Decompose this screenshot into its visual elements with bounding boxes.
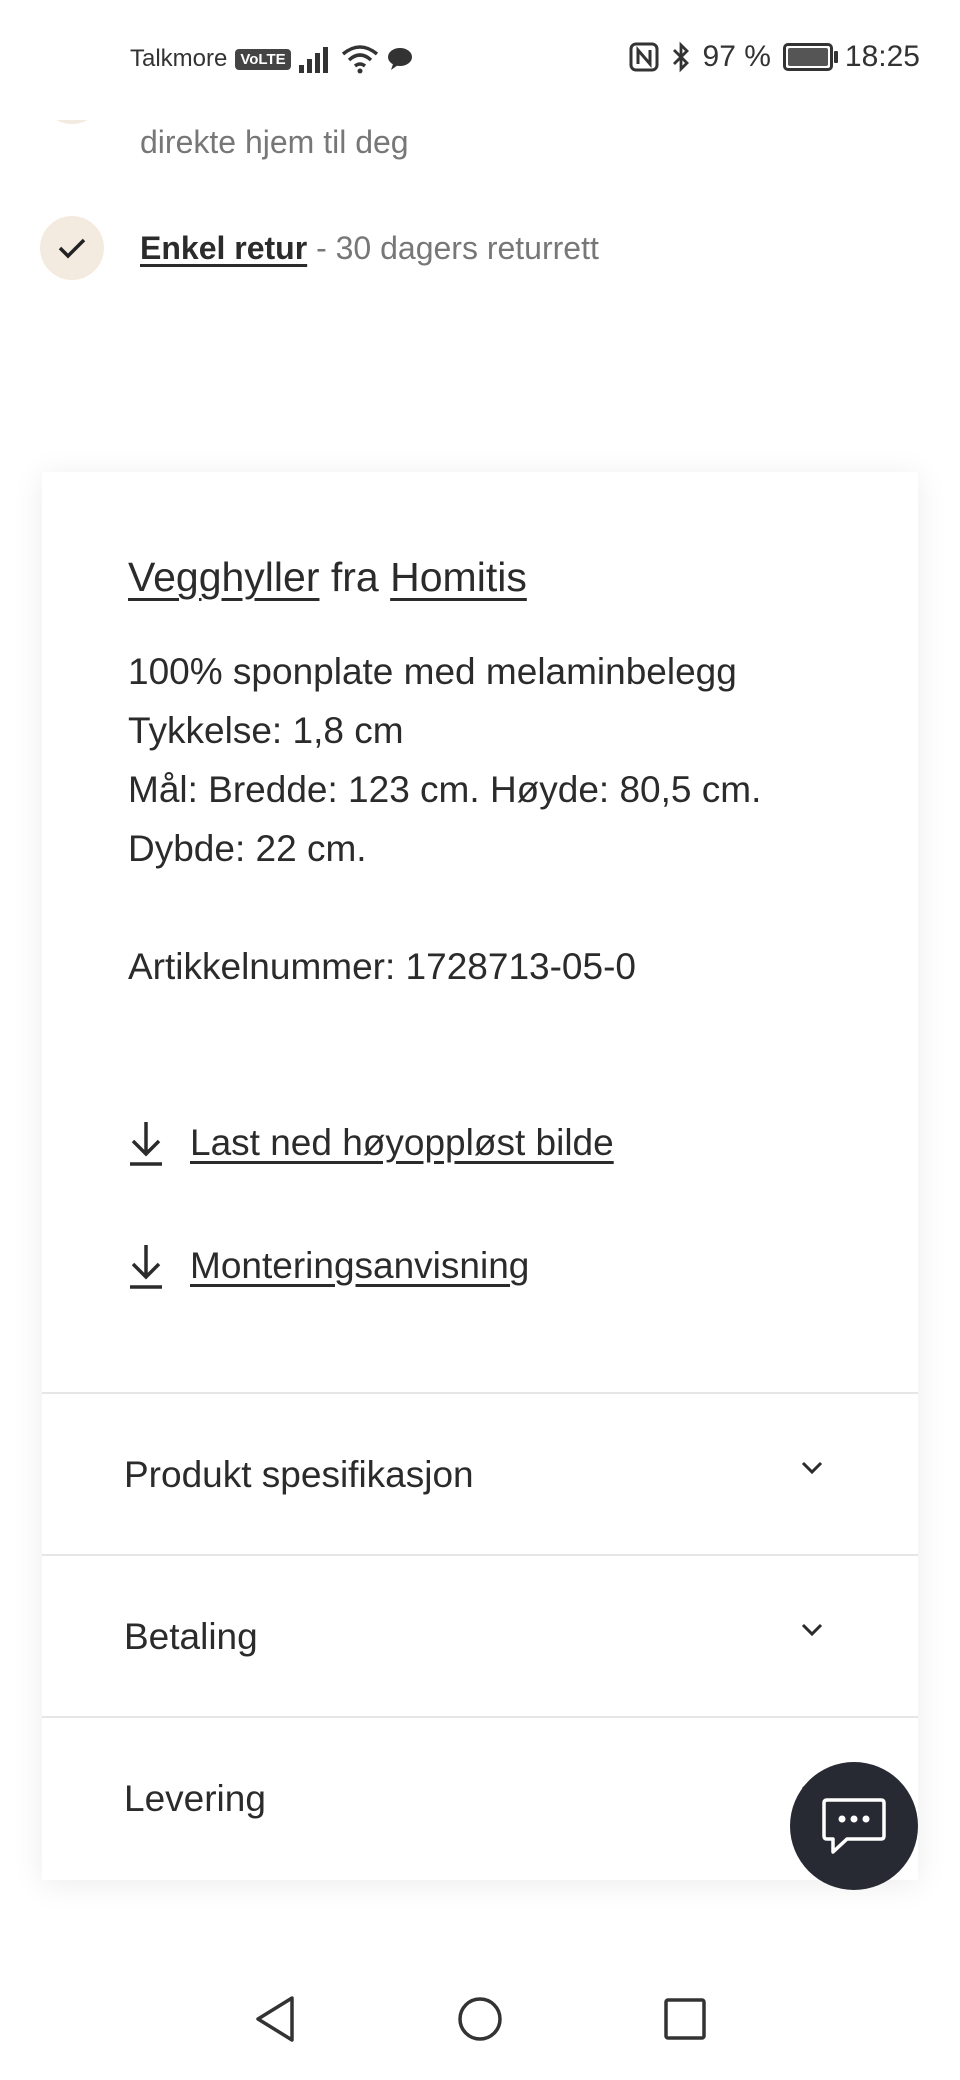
chat-icon (822, 1798, 886, 1854)
status-right: 97 % 18:25 (629, 40, 920, 74)
accordion-payment[interactable]: Betaling (42, 1554, 918, 1718)
accordion-label: Produkt spesifikasjon (124, 1454, 474, 1495)
return-text: - 30 dagers returrett (307, 229, 599, 266)
product-title: Vegghyller fra Homitis (128, 554, 527, 601)
home-icon[interactable] (456, 1994, 504, 2044)
article-number: Artikkelnummer: 1728713-05-0 (128, 946, 636, 987)
accordion-delivery[interactable]: Levering (42, 1716, 918, 1880)
battery-percent: 97 % (702, 40, 771, 73)
thickness-text: Tykkelse: 1,8 cm (128, 710, 404, 751)
bluetooth-icon (672, 41, 689, 73)
download-icon (130, 1245, 162, 1289)
chevron-down-icon (801, 1461, 823, 1475)
recents-icon[interactable] (662, 1994, 708, 2044)
chevron-down-icon (801, 1623, 823, 1637)
assembly-instructions-label[interactable]: Monteringsanvisning (190, 1245, 529, 1287)
product-info-card: Vegghyller fra Homitis 100% sponplate me… (42, 472, 918, 1880)
chat-button[interactable] (790, 1762, 918, 1890)
wifi-icon (341, 45, 378, 74)
download-image-label[interactable]: Last ned høyoppløst bilde (190, 1122, 614, 1164)
material-text: 100% sponplate med melaminbelegg (128, 651, 737, 692)
feature-row-return: Enkel retur - 30 dagers returrett (40, 216, 599, 280)
signal-icon (298, 47, 328, 73)
return-link[interactable]: Enkel retur (140, 230, 307, 266)
accordion-product-spec[interactable]: Produkt spesifikasjon (42, 1392, 918, 1556)
message-icon (387, 48, 412, 70)
volte-badge: VoLTE (235, 48, 291, 70)
category-link[interactable]: Vegghyller (128, 554, 319, 600)
status-bar: Talkmore VoLTE 97 % 18:25 (0, 0, 960, 120)
feature-text: Enkel retur - 30 dagers returrett (140, 230, 599, 267)
depth-text: Dybde: 22 cm. (128, 828, 367, 869)
dimensions-text: Mål: Bredde: 123 cm. Høyde: 80,5 cm. (128, 769, 762, 810)
accordion-label: Betaling (124, 1616, 258, 1657)
accordion-label: Levering (124, 1778, 266, 1819)
navigation-bar (0, 1980, 960, 2080)
download-image-link[interactable]: Last ned høyoppløst bilde (128, 1120, 614, 1166)
product-description: 100% sponplate med melaminbelegg Tykkels… (128, 642, 761, 996)
check-circle (40, 216, 104, 280)
carrier-name: Talkmore (130, 45, 228, 72)
nfc-icon (629, 42, 659, 72)
back-icon[interactable] (252, 1994, 298, 2044)
brand-link[interactable]: Homitis (390, 554, 527, 600)
download-icon (130, 1122, 162, 1166)
assembly-instructions-link[interactable]: Monteringsanvisning (128, 1243, 529, 1289)
feature-text: direkte hjem til deg (140, 124, 409, 160)
title-connector: fra (330, 554, 379, 600)
status-left: Talkmore VoLTE (130, 44, 413, 74)
battery-icon (782, 43, 838, 71)
check-icon (58, 238, 86, 259)
clock: 18:25 (844, 40, 920, 73)
